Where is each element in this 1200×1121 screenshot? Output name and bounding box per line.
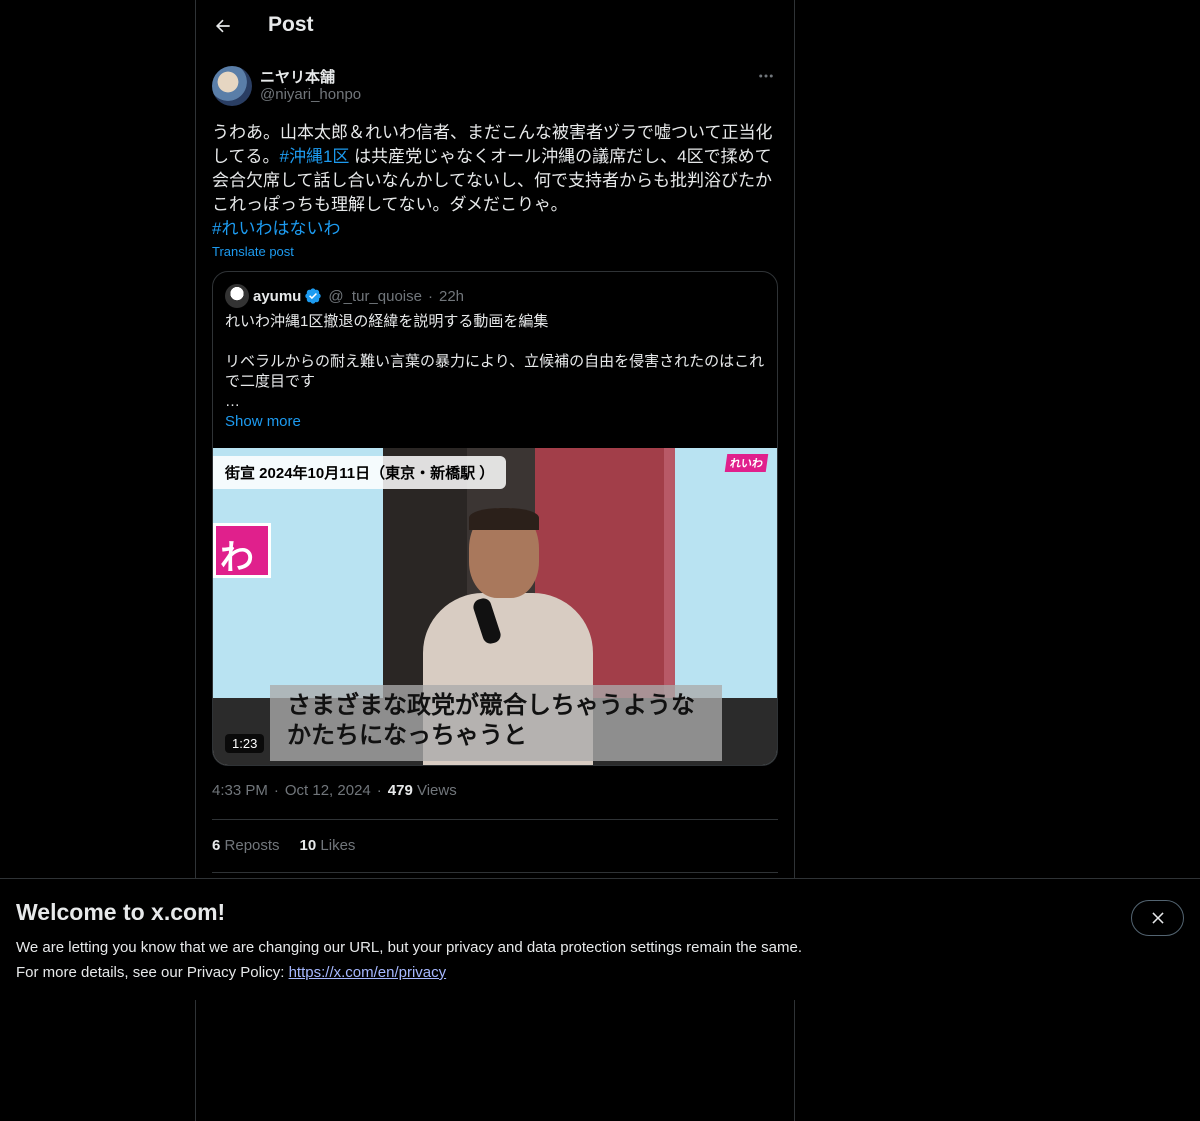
quoted-post[interactable]: ayumu @_tur_quoise · 22h れいわ沖縄1区撤退の経緯を説明…: [212, 271, 778, 766]
reposts-label: Reposts: [224, 837, 280, 854]
video-subtitle: さまざまな政党が競合しちゃうような かたちになっちゃうと: [270, 685, 722, 761]
avatar[interactable]: [212, 66, 252, 106]
page-title: Post: [268, 13, 314, 36]
party-sign: わ: [213, 523, 271, 578]
likes-count: 10: [299, 837, 317, 854]
post-stats: 6 Reposts 10 Likes: [212, 837, 355, 854]
post-meta: 4:33 PM · Oct 12, 2024 · 479 Views: [212, 782, 457, 799]
post-text: うわあ。山本太郎＆れいわ信者、まだこんな被害者ヅラで嘘ついて正当化してる。#沖縄…: [212, 121, 778, 241]
reiwa-logo: れいわ: [724, 454, 769, 472]
separator-dot: ·: [273, 782, 279, 799]
privacy-policy-link[interactable]: https://x.com/en/privacy: [289, 964, 447, 981]
post-date[interactable]: Oct 12, 2024: [285, 782, 371, 799]
divider: [212, 819, 778, 820]
close-icon: [1151, 912, 1164, 924]
divider: [212, 872, 778, 873]
quoted-time: 22h: [438, 287, 465, 305]
party-sign-text: わ: [220, 539, 254, 577]
author-row: ニヤリ本舗 @niyari_honpo: [212, 64, 778, 106]
verified-badge-icon: [305, 288, 322, 304]
views-label: Views: [416, 782, 457, 799]
welcome-text: We are letting you know that we are chan…: [16, 935, 802, 985]
close-banner-button[interactable]: [1131, 900, 1184, 936]
speaker-hair: [469, 508, 539, 530]
post-time[interactable]: 4:33 PM: [212, 782, 268, 799]
quoted-ellipsis: …: [225, 393, 240, 410]
welcome-title: Welcome to x.com!: [16, 899, 226, 925]
quoted-avatar: [225, 284, 249, 308]
quoted-post-header: ayumu @_tur_quoise · 22h: [225, 284, 465, 308]
hashtag-link[interactable]: #れいわはないわ: [212, 219, 340, 238]
reposts-count: 6: [212, 837, 221, 854]
arrow-left-icon: [215, 19, 230, 33]
views-count: 479: [387, 782, 413, 799]
screen-right: [673, 448, 777, 698]
video-player[interactable]: わ 街宣 2024年10月11日（東京・新橋駅 ） れいわ さまざまな政党が競合…: [213, 448, 777, 765]
welcome-line: We are letting you know that we are chan…: [16, 939, 802, 956]
welcome-line: For more details, see our Privacy Policy…: [16, 960, 802, 985]
quoted-text-line: リベラルからの耐え難い言葉の暴力により、立候補の自由を侵害されたのはこれで二度目…: [225, 353, 765, 390]
quoted-text: れいわ沖縄1区撤退の経緯を説明する動画を編集 リベラルからの耐え難い言葉の暴力に…: [225, 312, 767, 432]
author-name[interactable]: ニヤリ本舗: [260, 66, 335, 87]
more-horizontal-icon: [759, 74, 773, 78]
post-article: ニヤリ本舗 @niyari_honpo うわあ。山本太郎＆れいわ信者、まだこんな…: [212, 64, 778, 873]
hashtag-link[interactable]: #沖縄1区: [280, 147, 350, 166]
show-more-link[interactable]: Show more: [225, 413, 301, 430]
translate-post-link[interactable]: Translate post: [212, 244, 294, 259]
author-handle[interactable]: @niyari_honpo: [260, 86, 361, 103]
likes-stat[interactable]: 10 Likes: [300, 837, 356, 854]
quoted-text-line: れいわ沖縄1区撤退の経緯を説明する動画を編集: [225, 313, 549, 330]
quoted-author-name: ayumu: [253, 287, 302, 305]
reposts-stat[interactable]: 6 Reposts: [212, 837, 280, 854]
video-caption-tag: 街宣 2024年10月11日（東京・新橋駅 ）: [213, 456, 507, 489]
subtitle-line: さまざまな政党が競合しちゃうような: [287, 692, 695, 719]
likes-label: Likes: [320, 837, 356, 854]
more-options-button[interactable]: [754, 64, 778, 88]
welcome-banner: Welcome to x.com! We are letting you kno…: [0, 878, 1200, 1000]
video-duration: 1:23: [225, 734, 265, 753]
separator-dot: ·: [376, 782, 382, 799]
back-button[interactable]: [206, 9, 240, 43]
quoted-author-handle: @_tur_quoise: [328, 287, 422, 305]
subtitle-line: かたちになっちゃうと: [287, 722, 527, 749]
welcome-line-prefix: For more details, see our Privacy Policy…: [16, 964, 289, 981]
separator-dot: ·: [427, 287, 433, 305]
top-bar: Post: [196, 0, 794, 53]
